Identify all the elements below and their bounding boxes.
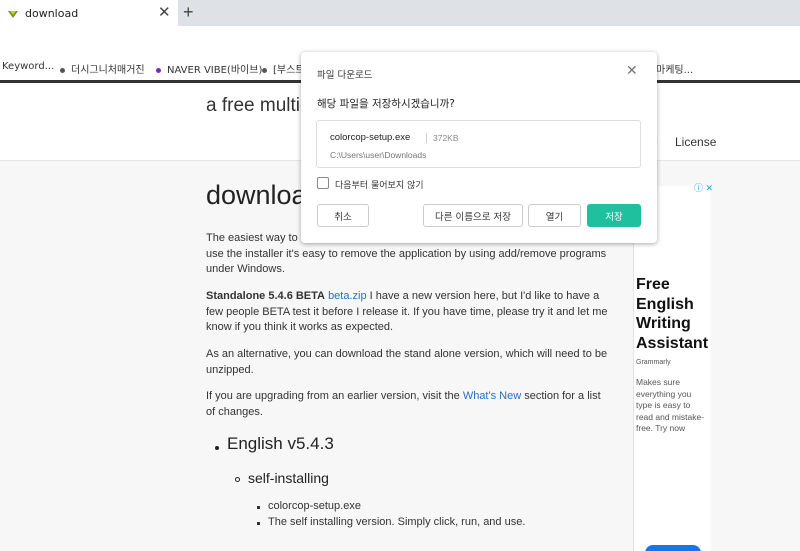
bookmark-bullet-icon (60, 67, 65, 73)
download-dialog: 파일 다운로드 ✕ 해당 파일을 저장하시겠습니까? colorcop-setu… (301, 52, 657, 243)
english-version-heading: English v5.4.3 (227, 434, 334, 453)
file-name: colorcop-setup.exe (330, 132, 411, 143)
ad-body: Makes sure everything you type is easy t… (636, 377, 705, 433)
list-bullet (215, 446, 219, 450)
ad-title[interactable]: Free English Writing Assistant (636, 275, 712, 353)
browser-toolbar (0, 26, 800, 54)
tab-strip: download ✕ + (0, 0, 800, 26)
nav-item-license[interactable]: License (675, 135, 716, 149)
save-button[interactable]: 저장 (587, 204, 641, 227)
file-path: C:\Users\user\Downloads (330, 150, 427, 160)
dont-ask-label[interactable]: 다음부터 물어보지 않기 (335, 178, 424, 191)
dialog-title: 파일 다운로드 (317, 70, 373, 81)
new-tab-icon[interactable]: + (183, 2, 194, 22)
self-installing-heading: self-installing (248, 470, 329, 486)
list-bullet (257, 506, 260, 509)
ad-brand: Grammarly (636, 359, 671, 366)
beta-zip-link[interactable]: beta.zip (328, 290, 367, 302)
upgrade-paragraph: If you are upgrading from an earlier ver… (206, 390, 601, 418)
adchoices-icon[interactable]: ⓘ ✕ (694, 181, 713, 194)
file-info-box: colorcop-setup.exe 372KB C:\Users\user\D… (316, 120, 641, 168)
divider (426, 133, 427, 143)
cancel-button[interactable]: 취소 (317, 204, 369, 227)
ad-cta-button[interactable] (645, 545, 701, 551)
alternative-paragraph: As an alternative, you can download the … (206, 348, 608, 376)
save-as-button[interactable]: 다른 이름으로 저장 (423, 204, 523, 227)
open-button[interactable]: 열기 (528, 204, 581, 227)
bookmark-item[interactable]: Keyword... (2, 61, 54, 72)
bookmark-item[interactable]: 마케팅... (656, 61, 693, 76)
bookmark-bullet-icon (156, 67, 161, 73)
colorcop-favicon-icon (7, 7, 19, 19)
dont-ask-checkbox[interactable] (317, 177, 329, 189)
tab-download[interactable]: download ✕ (0, 0, 178, 26)
page-title: downloa (206, 180, 307, 210)
beta-paragraph: Standalone 5.4.6 BETA beta.zip I have a … (206, 290, 608, 333)
file-size: 372KB (433, 133, 459, 143)
colorcop-setup-link[interactable]: colorcop-setup.exe (268, 500, 361, 512)
bookmark-item[interactable]: NAVER VIBE(바이브) (156, 61, 262, 76)
list-bullet (257, 522, 260, 525)
list-bullet (235, 477, 240, 482)
close-icon[interactable]: ✕ (626, 64, 638, 78)
tab-close-icon[interactable]: ✕ (158, 5, 171, 21)
dialog-question: 해당 파일을 저장하시겠습니까? (317, 98, 455, 110)
bookmark-bullet-icon (262, 67, 267, 73)
setup-description: The self installing version. Simply clic… (268, 516, 526, 528)
whats-new-link[interactable]: What's New (463, 390, 521, 402)
tab-title: download (25, 6, 79, 20)
bookmark-item[interactable]: 더시그니처매거진 (60, 61, 145, 76)
